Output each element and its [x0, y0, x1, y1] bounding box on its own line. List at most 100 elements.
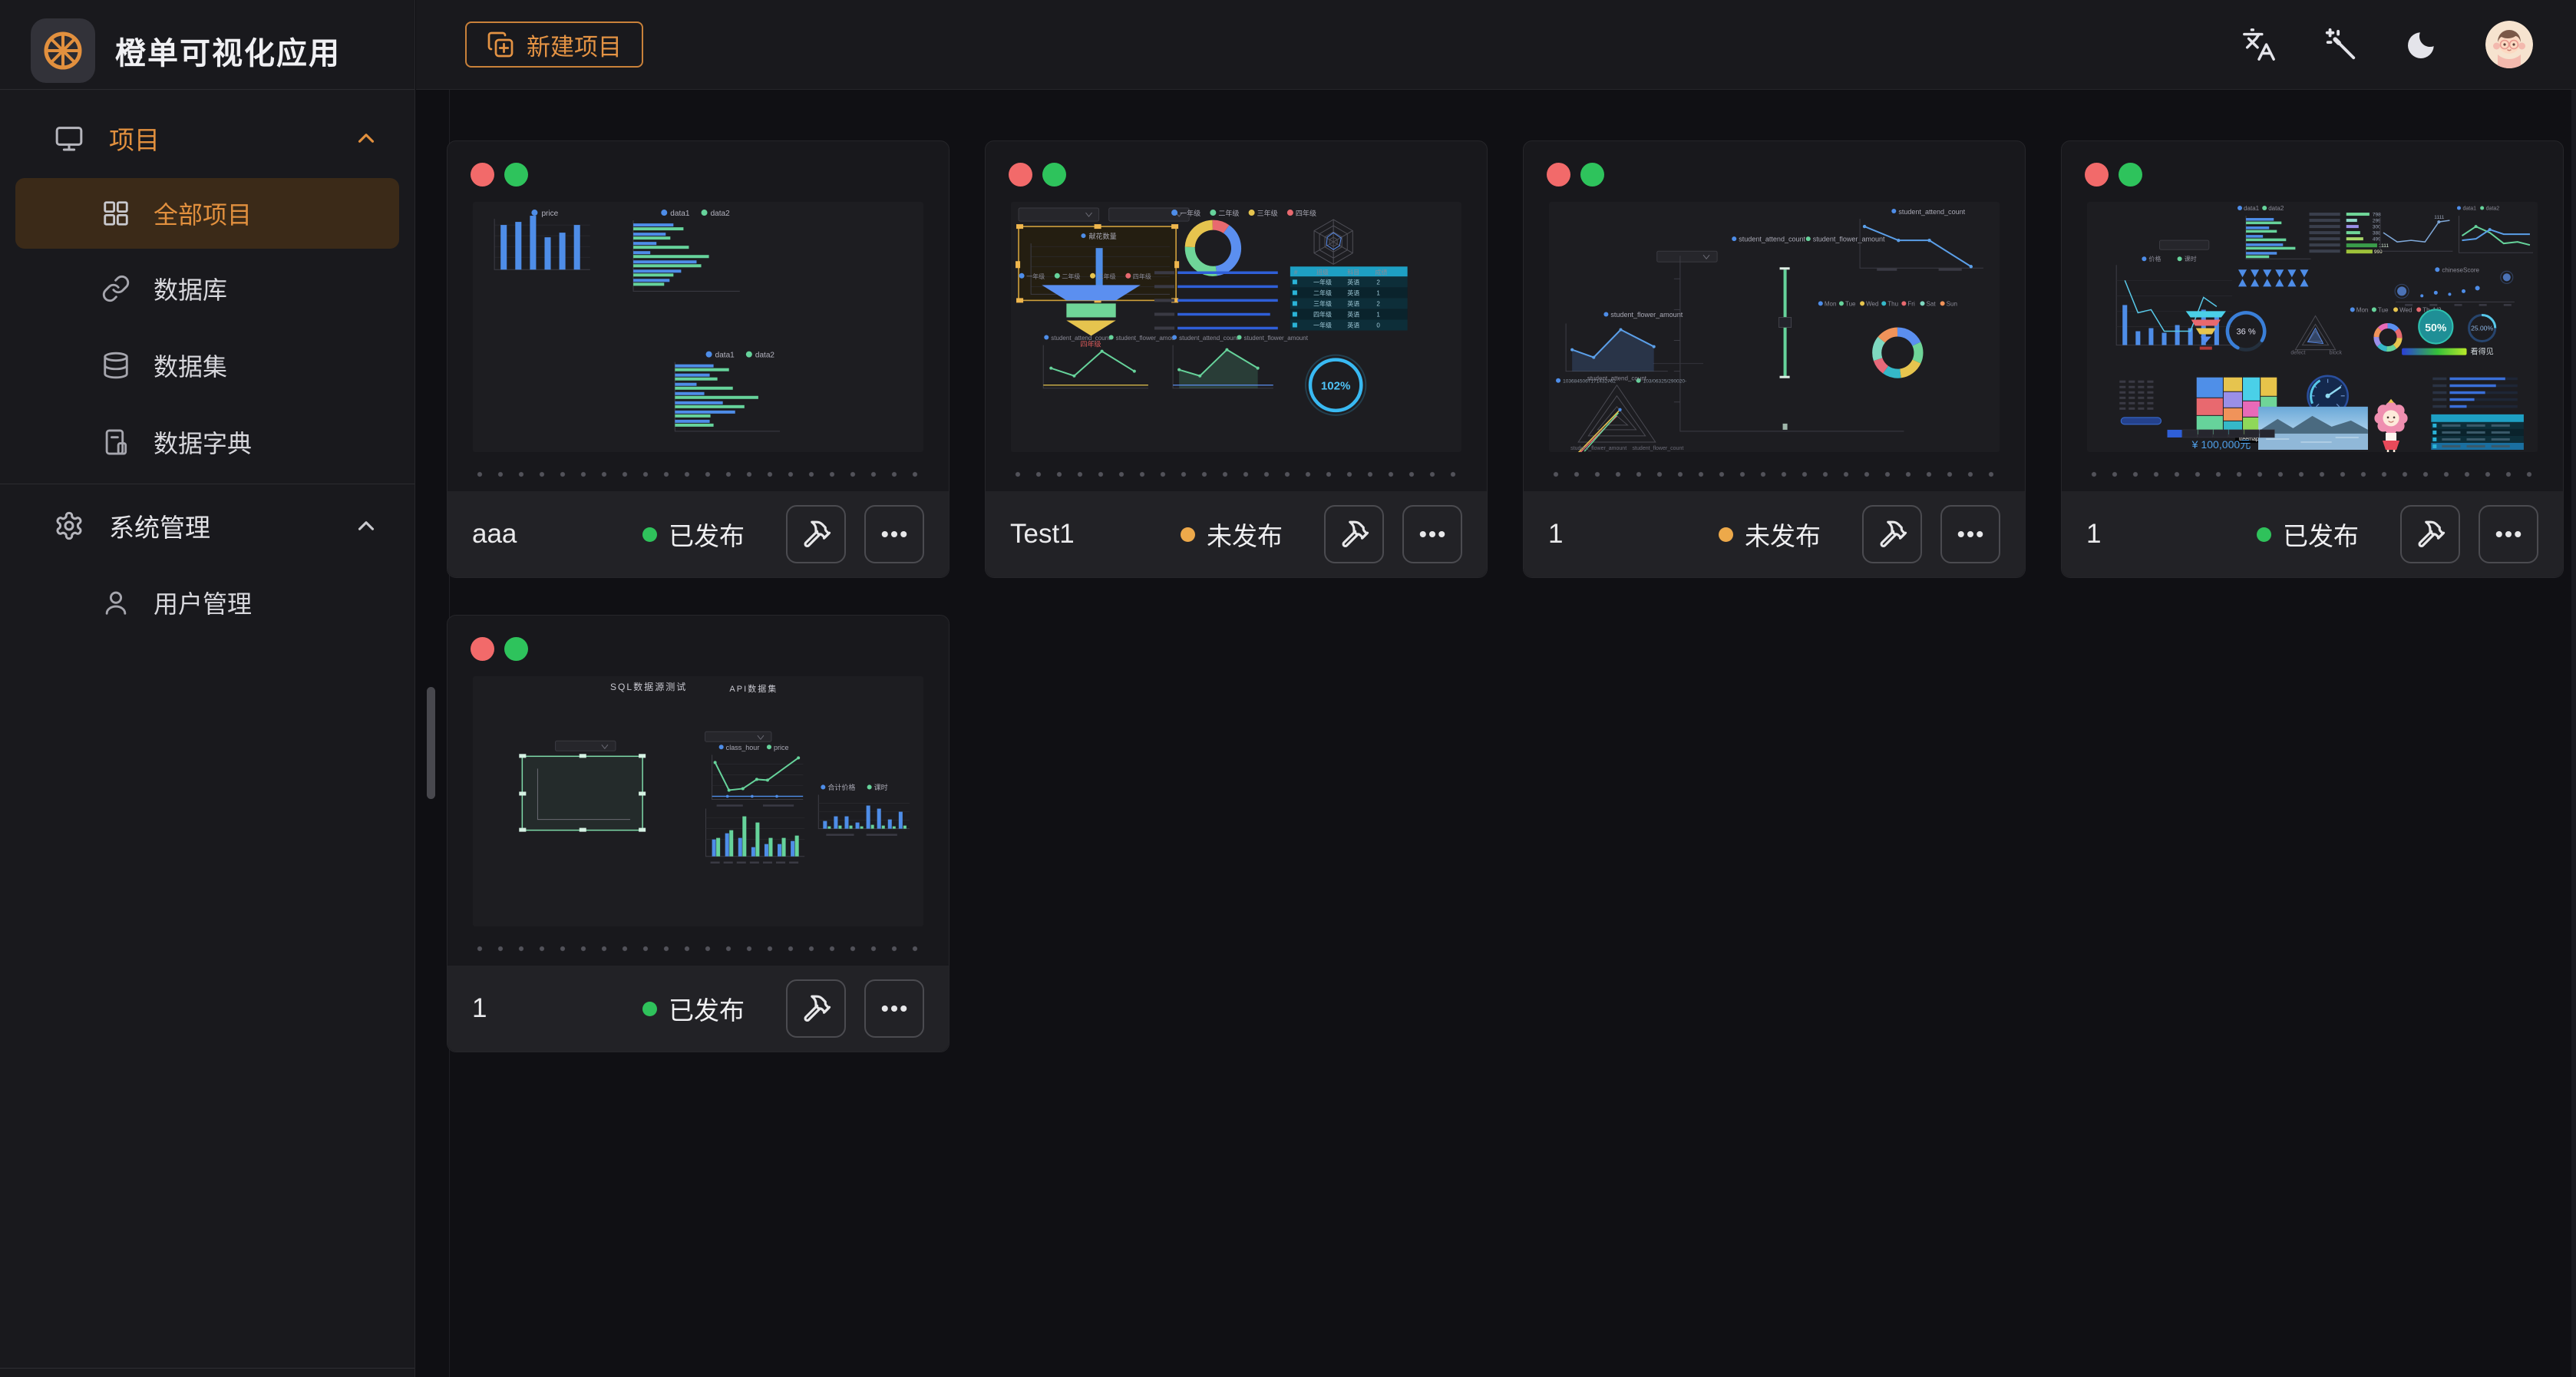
red-dot [471, 637, 494, 661]
moon-icon[interactable] [2404, 27, 2439, 62]
new-project-button[interactable]: 新建项目 [465, 21, 643, 68]
svg-text:data1: data1 [2244, 205, 2260, 212]
svg-text:Mon: Mon [2356, 306, 2369, 313]
grid-icon [101, 199, 130, 228]
chevron-up-icon[interactable] [353, 125, 379, 151]
sidebar-item-label: 数据库 [154, 271, 227, 306]
project-thumbnail[interactable]: SQL数据源测试 API数据集 class_hour price [473, 676, 923, 926]
status-badge: 已发布 [642, 516, 745, 553]
selected-widget [519, 754, 646, 831]
donut-chart [1877, 332, 1918, 374]
triangle-radar: defect block [2290, 315, 2342, 355]
svg-text:1: 1 [1376, 311, 1380, 318]
dotted-divider [1553, 471, 1996, 477]
svg-text:Wed: Wed [2399, 306, 2412, 313]
ellipsis-icon [1954, 518, 1986, 550]
project-thumbnail[interactable]: data1 data2 798 299 [2087, 202, 2538, 452]
legend-label: 合计价格 [827, 783, 855, 791]
curtain-widgets [2238, 269, 2308, 286]
magic-wand-icon[interactable] [2323, 27, 2358, 62]
legend-label: student_attend_count [1739, 236, 1805, 243]
percent-circle: 50% [2419, 309, 2452, 343]
edit-project-button[interactable] [786, 505, 846, 563]
sidebar-group-label: 系统管理 [109, 507, 210, 544]
project-grid: price data1 data2 [447, 90, 2576, 1377]
chevron-up-icon[interactable] [353, 513, 379, 539]
sidebar-item-label: 全部项目 [154, 196, 252, 231]
more-actions-button[interactable] [1402, 505, 1462, 563]
status-badge: 未发布 [1719, 516, 1821, 553]
legend-label: 四年级 [1296, 209, 1316, 217]
donut-legend: 一年级 二年级 三年级 四年级 [1171, 209, 1316, 217]
axis-label: student_attend_count [1587, 375, 1647, 382]
mini-area-chart: student_flower_amount 103684506717143276… [1556, 311, 1686, 385]
sidebar: 橙单可视化应用 项目 全部项目 数据库 数据集 数据字 [0, 0, 415, 1377]
project-thumbnail[interactable]: student_attend_count student_flower_amou… [1549, 202, 2000, 452]
svg-text:0: 0 [1376, 322, 1380, 329]
more-actions-button[interactable] [2479, 505, 2538, 563]
legend-label: student_flower_amount [1244, 335, 1309, 342]
radar-chart [1314, 220, 1352, 264]
svg-text:798: 798 [2373, 213, 2381, 218]
sidebar-item-data-dictionary[interactable]: 数据字典 [0, 404, 414, 480]
radar-triangle-chart: student_attend_count student_flower_amou… [1570, 375, 1683, 452]
mini-hbar-chart: data1 data2 [633, 210, 740, 291]
avatar[interactable] [2485, 21, 2533, 68]
user-icon [101, 588, 130, 617]
more-actions-button[interactable] [1940, 505, 2000, 563]
more-actions-button[interactable] [864, 979, 924, 1038]
arc-gauge: 36 % [2221, 306, 2271, 356]
legend-label: 三年级 [1098, 272, 1116, 280]
svg-text:三年级: 三年级 [1313, 299, 1332, 307]
sidebar-item-user-management[interactable]: 用户管理 [0, 564, 414, 641]
dictionary-icon [101, 428, 130, 457]
status-label: 未发布 [1745, 516, 1821, 553]
axis-label: student_flower_count [1633, 446, 1684, 451]
mini-line-chart: class_hour price [712, 744, 804, 806]
sidebar-item-databases[interactable]: 数据库 [0, 250, 414, 327]
table-header: 成绩 [1375, 268, 1387, 276]
edit-project-button[interactable] [1324, 505, 1384, 563]
edit-project-button[interactable] [2400, 505, 2460, 563]
status-dot [642, 1002, 657, 1016]
sidebar-item-all-projects[interactable]: 全部项目 [15, 178, 399, 249]
gradient-bar: 看得见 [2402, 347, 2494, 357]
section-title: API数据集 [729, 683, 778, 694]
svg-text:Thu: Thu [1887, 300, 1898, 307]
legend-label: price [541, 210, 558, 218]
red-dot [471, 163, 494, 187]
sidebar-group-label: 项目 [109, 120, 160, 157]
sidebar-item-label: 数据集 [154, 348, 227, 383]
edit-project-button[interactable] [786, 979, 846, 1038]
axis-label: student_flower_amount [1570, 446, 1627, 451]
project-thumbnail[interactable]: 献花数量 一年级 二年级 三年级 四年级 [1011, 202, 1461, 452]
dashboard-preview: data1 data2 798 299 [2087, 202, 2538, 452]
table-header: 科目 [1347, 268, 1359, 276]
sidebar-item-datasets[interactable]: 数据集 [0, 327, 414, 404]
topbar: 新建项目 [416, 0, 2576, 90]
divider [0, 89, 414, 90]
status-label: 已发布 [669, 990, 745, 1027]
project-name: aaa [472, 519, 642, 550]
edit-project-button[interactable] [1862, 505, 1922, 563]
svg-text:价格: 价格 [2148, 255, 2161, 263]
sidebar-group-system[interactable]: 系统管理 [0, 487, 414, 564]
legend-label: chineseScore [2442, 266, 2479, 273]
project-thumbnail[interactable]: price data1 data2 [473, 202, 923, 452]
scrollbar-thumb[interactable] [427, 687, 435, 799]
svg-text:Fri: Fri [1907, 300, 1915, 307]
sidebar-group-projects[interactable]: 项目 [0, 100, 414, 177]
copy-plus-icon [487, 31, 514, 58]
translate-icon[interactable] [2241, 27, 2277, 62]
green-dot [1042, 163, 1066, 187]
mini-line-chart: student_attend_count student_flower_amou [1043, 335, 1174, 388]
scroll-gutter [416, 90, 450, 1377]
legend-label: 三年级 [1257, 209, 1278, 217]
app-logo [31, 18, 95, 83]
percent-value: 25.00% [2471, 325, 2493, 332]
dashboard-preview: student_attend_count student_flower_amou… [1549, 202, 2000, 452]
red-dot [1009, 163, 1032, 187]
legend-pair: data1 data2 [2237, 205, 2284, 212]
more-actions-button[interactable] [864, 505, 924, 563]
status-dot [1181, 527, 1195, 542]
